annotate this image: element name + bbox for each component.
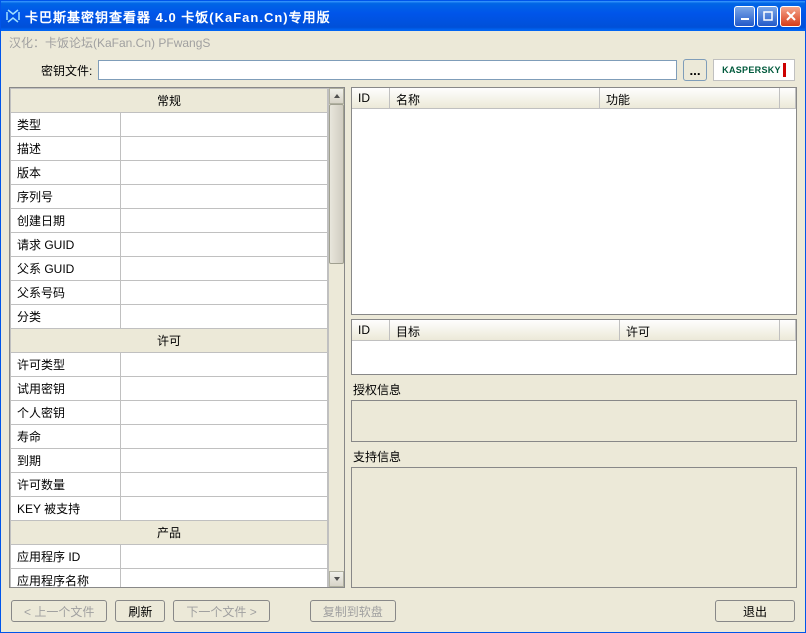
property-value	[121, 545, 328, 569]
table-row[interactable]: 应用程序 ID	[11, 545, 328, 569]
property-label: 分类	[11, 305, 121, 329]
scroll-thumb[interactable]	[329, 104, 344, 264]
property-label: 序列号	[11, 185, 121, 209]
property-value	[121, 161, 328, 185]
targets-grid-body[interactable]	[352, 341, 796, 374]
table-row[interactable]: 序列号	[11, 185, 328, 209]
property-label: 描述	[11, 137, 121, 161]
property-label: 类型	[11, 113, 121, 137]
property-value	[121, 209, 328, 233]
copy-floppy-button[interactable]: 复制到软盘	[310, 600, 396, 622]
targets-grid[interactable]: ID 目标 许可	[351, 319, 797, 375]
col-func[interactable]: 功能	[600, 88, 780, 108]
property-label: 许可类型	[11, 353, 121, 377]
table-row[interactable]: 创建日期	[11, 209, 328, 233]
auth-info-label: 授权信息	[351, 379, 797, 400]
section-header: 常规	[11, 89, 328, 113]
property-label: KEY 被支持	[11, 497, 121, 521]
property-label: 寿命	[11, 425, 121, 449]
property-value	[121, 401, 328, 425]
table-row[interactable]: 父系号码	[11, 281, 328, 305]
col-spacer	[780, 88, 796, 108]
table-row[interactable]: 试用密钥	[11, 377, 328, 401]
functions-grid-body[interactable]	[352, 109, 796, 314]
col-id[interactable]: ID	[352, 320, 390, 340]
subtitle-text: 汉化：卡饭论坛(KaFan.Cn) PFwangS	[1, 31, 805, 57]
table-row[interactable]: 应用程序名称	[11, 569, 328, 588]
functions-grid[interactable]: ID 名称 功能	[351, 87, 797, 315]
table-row[interactable]: 许可类型	[11, 353, 328, 377]
table-row[interactable]: 寿命	[11, 425, 328, 449]
titlebar: 卡巴斯基密钥查看器 4.0 卡饭(KaFan.Cn)专用版	[1, 1, 805, 31]
property-value	[121, 569, 328, 588]
property-label: 版本	[11, 161, 121, 185]
property-value	[121, 449, 328, 473]
property-label: 到期	[11, 449, 121, 473]
col-target[interactable]: 目标	[390, 320, 620, 340]
table-row[interactable]: KEY 被支持	[11, 497, 328, 521]
property-value	[121, 353, 328, 377]
col-id[interactable]: ID	[352, 88, 390, 108]
property-label: 父系 GUID	[11, 257, 121, 281]
property-value	[121, 185, 328, 209]
table-row[interactable]: 版本	[11, 161, 328, 185]
table-row[interactable]: 到期	[11, 449, 328, 473]
property-value	[121, 233, 328, 257]
scrollbar[interactable]	[328, 88, 344, 587]
table-row[interactable]: 父系 GUID	[11, 257, 328, 281]
maximize-button[interactable]	[757, 6, 778, 27]
brand-logo: KASPERSKY	[713, 59, 795, 81]
browse-button[interactable]: ...	[683, 59, 707, 81]
property-label: 试用密钥	[11, 377, 121, 401]
close-button[interactable]	[780, 6, 801, 27]
table-row[interactable]: 请求 GUID	[11, 233, 328, 257]
property-value	[121, 281, 328, 305]
section-header: 产品	[11, 521, 328, 545]
property-label: 应用程序 ID	[11, 545, 121, 569]
support-info-label: 支持信息	[351, 446, 797, 467]
table-row[interactable]: 描述	[11, 137, 328, 161]
table-row[interactable]: 个人密钥	[11, 401, 328, 425]
support-info-box	[351, 467, 797, 588]
auth-info-box	[351, 400, 797, 442]
property-label: 请求 GUID	[11, 233, 121, 257]
section-header: 许可	[11, 329, 328, 353]
property-label: 许可数量	[11, 473, 121, 497]
keyfile-label: 密钥文件:	[41, 62, 92, 79]
property-label: 创建日期	[11, 209, 121, 233]
scroll-down-button[interactable]	[329, 571, 344, 587]
scroll-up-button[interactable]	[329, 88, 344, 104]
exit-button[interactable]: 退出	[715, 600, 795, 622]
col-license[interactable]: 许可	[620, 320, 780, 340]
app-icon	[5, 8, 21, 24]
property-value	[121, 305, 328, 329]
table-row[interactable]: 分类	[11, 305, 328, 329]
col-spacer	[780, 320, 796, 340]
property-value	[121, 377, 328, 401]
refresh-button[interactable]: 刷新	[115, 600, 165, 622]
next-file-button[interactable]: 下一个文件 >	[173, 600, 269, 622]
keyfile-input[interactable]	[98, 60, 677, 80]
property-label: 父系号码	[11, 281, 121, 305]
properties-table: 常规类型描述版本序列号创建日期请求 GUID父系 GUID父系号码分类许可许可类…	[10, 88, 328, 587]
table-row[interactable]: 许可数量	[11, 473, 328, 497]
property-value	[121, 257, 328, 281]
col-name[interactable]: 名称	[390, 88, 600, 108]
window-title: 卡巴斯基密钥查看器 4.0 卡饭(KaFan.Cn)专用版	[25, 7, 734, 26]
table-row[interactable]: 类型	[11, 113, 328, 137]
properties-pane: 常规类型描述版本序列号创建日期请求 GUID父系 GUID父系号码分类许可许可类…	[9, 87, 345, 588]
property-value	[121, 137, 328, 161]
minimize-button[interactable]	[734, 6, 755, 27]
prev-file-button[interactable]: < 上一个文件	[11, 600, 107, 622]
property-label: 应用程序名称	[11, 569, 121, 588]
property-value	[121, 497, 328, 521]
property-value	[121, 425, 328, 449]
property-value	[121, 473, 328, 497]
property-value	[121, 113, 328, 137]
property-label: 个人密钥	[11, 401, 121, 425]
